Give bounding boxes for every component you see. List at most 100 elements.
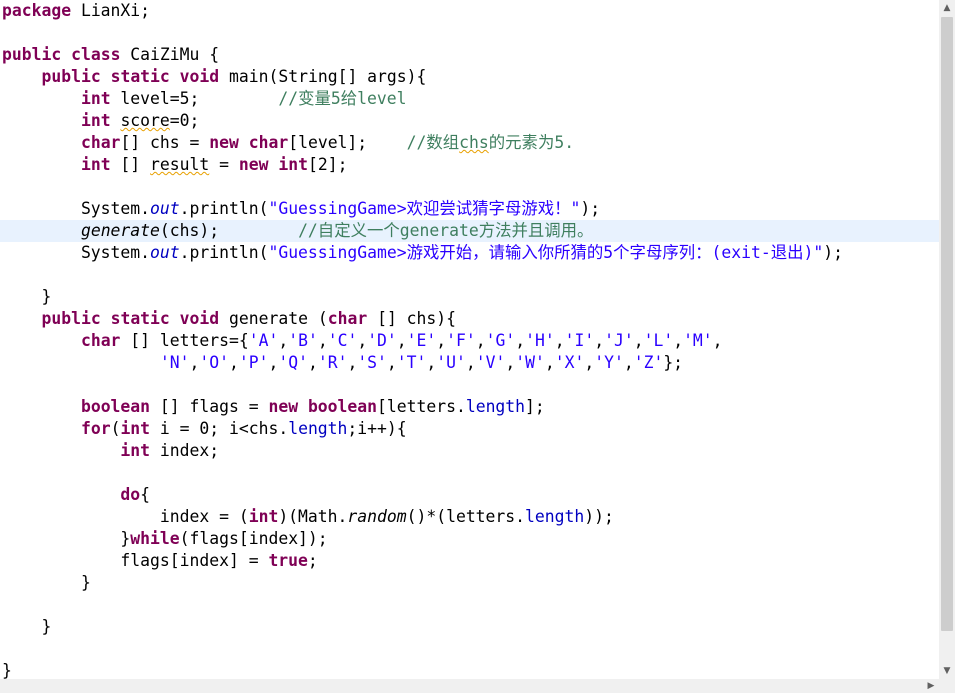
code-line[interactable] (0, 374, 939, 396)
code-token: 'D' (367, 331, 397, 350)
code-token: }; (663, 353, 684, 372)
code-token: (flags[index]); (179, 529, 328, 548)
code-line[interactable]: System.out.println("GuessingGame>欢迎尝试猜字母… (0, 198, 939, 220)
code-text-area[interactable]: package LianXi; public class CaiZiMu { pu… (0, 0, 939, 679)
code-token: while (130, 529, 180, 548)
code-token: , (436, 331, 447, 350)
code-line[interactable]: flags[index] = true; (0, 550, 939, 572)
code-line[interactable] (0, 462, 939, 484)
code-line[interactable]: } (0, 286, 939, 308)
code-line-text: } (2, 572, 91, 594)
code-token: .println( (179, 243, 269, 262)
code-line[interactable]: } (0, 572, 939, 594)
code-token: [] flags = (150, 397, 269, 416)
code-line-text: index = (int)(Math.random()*(letters.len… (2, 506, 614, 528)
code-token: .println( (179, 199, 269, 218)
code-line-text: } (2, 616, 51, 638)
code-line[interactable] (0, 638, 939, 660)
code-token: 'C' (327, 331, 358, 350)
code-line-text: flags[index] = true; (2, 550, 317, 572)
code-token: public (41, 67, 101, 86)
code-line[interactable]: System.out.println("GuessingGame>游戏开始，请输… (0, 242, 939, 264)
code-token: void (179, 309, 220, 328)
code-token: 'Q' (278, 353, 308, 372)
code-token: void (179, 67, 220, 86)
code-token: 'M' (683, 331, 713, 350)
code-token: class (71, 45, 121, 64)
code-token: generate (80, 221, 160, 240)
code-token: int (120, 419, 151, 438)
code-token: 'J' (604, 331, 634, 350)
code-line[interactable]: int [] result = new int[2]; (0, 154, 939, 176)
code-token: , (505, 353, 516, 372)
code-line[interactable]: int index; (0, 440, 939, 462)
code-line-text: int [] result = new int[2]; (2, 154, 348, 176)
code-line-text: int index; (2, 440, 219, 462)
code-token: package (2, 1, 72, 20)
code-editor[interactable]: package LianXi; public class CaiZiMu { pu… (0, 0, 955, 693)
vertical-scrollbar[interactable]: ▲ ▼ (939, 0, 955, 679)
code-token: char (248, 133, 289, 152)
code-line[interactable]: } (0, 660, 939, 679)
code-line[interactable]: generate(chs); //自定义一个generate方法并且调用。 (0, 220, 939, 242)
code-token: , (317, 331, 328, 350)
code-token: } (2, 287, 52, 306)
code-token: [] letters={ (120, 331, 249, 350)
code-token: , (544, 353, 555, 372)
code-token: 'L' (643, 331, 674, 350)
code-line[interactable] (0, 176, 939, 198)
code-line[interactable]: }while(flags[index]); (0, 528, 939, 550)
code-line[interactable] (0, 264, 939, 286)
code-line-text: } (2, 286, 51, 308)
code-line[interactable]: package LianXi; (0, 0, 939, 22)
code-line[interactable] (0, 594, 939, 616)
code-line[interactable]: public static void generate (char [] chs… (0, 308, 939, 330)
code-token: index = ( (2, 507, 249, 526)
code-token: ); (823, 243, 843, 262)
code-token: , (584, 353, 595, 372)
code-token: 'T' (396, 353, 427, 372)
code-line[interactable]: for(int i = 0; i<chs.length;i++){ (0, 418, 939, 440)
code-line[interactable]: 'N','O','P','Q','R','S','T','U','V','W',… (0, 352, 939, 374)
code-line-text: generate(chs); //自定义一个generate方法并且调用。 (2, 220, 593, 242)
code-token: , (594, 331, 605, 350)
code-token: int (278, 155, 308, 174)
code-token: , (278, 331, 289, 350)
code-line[interactable]: public static void main(String[] args){ (0, 66, 939, 88)
code-line[interactable]: char [] letters={'A','B','C','D','E','F'… (0, 330, 939, 352)
code-token: 'A' (248, 331, 279, 350)
code-token: , (426, 353, 437, 372)
code-token: CaiZiMu { (120, 45, 220, 64)
scroll-down-arrow-icon[interactable]: ▼ (939, 663, 955, 679)
code-token: , (228, 353, 239, 372)
horizontal-scrollbar[interactable]: ▶ (0, 679, 939, 693)
code-token: public (2, 45, 62, 64)
code-line[interactable]: int score=0; (0, 110, 939, 132)
code-token: result (150, 155, 210, 174)
vertical-scroll-thumb[interactable] (941, 17, 953, 631)
code-line[interactable]: index = (int)(Math.random()*(letters.len… (0, 506, 939, 528)
code-line-text: for(int i = 0; i<chs.length;i++){ (2, 418, 407, 440)
code-token: = (209, 155, 239, 174)
code-token: System. (2, 199, 151, 218)
code-line[interactable]: int level=5; //变量5给level (0, 88, 939, 110)
code-token: , (386, 353, 397, 372)
code-line[interactable]: } (0, 616, 939, 638)
code-line[interactable] (0, 22, 939, 44)
code-line[interactable]: char[] chs = new char[level]; //数组chs的元素… (0, 132, 939, 154)
code-line[interactable]: public class CaiZiMu { (0, 44, 939, 66)
scroll-up-arrow-icon[interactable]: ▲ (939, 0, 955, 16)
code-line-text: char [] letters={'A','B','C','D','E','F'… (2, 330, 723, 352)
code-token: static (110, 309, 170, 328)
code-token: true (268, 551, 308, 570)
code-token: out (150, 243, 180, 262)
code-token: out (150, 199, 180, 218)
code-line[interactable]: boolean [] flags = new boolean[letters.l… (0, 396, 939, 418)
scroll-right-arrow-icon[interactable]: ▶ (923, 679, 939, 693)
code-line[interactable]: do{ (0, 484, 939, 506)
